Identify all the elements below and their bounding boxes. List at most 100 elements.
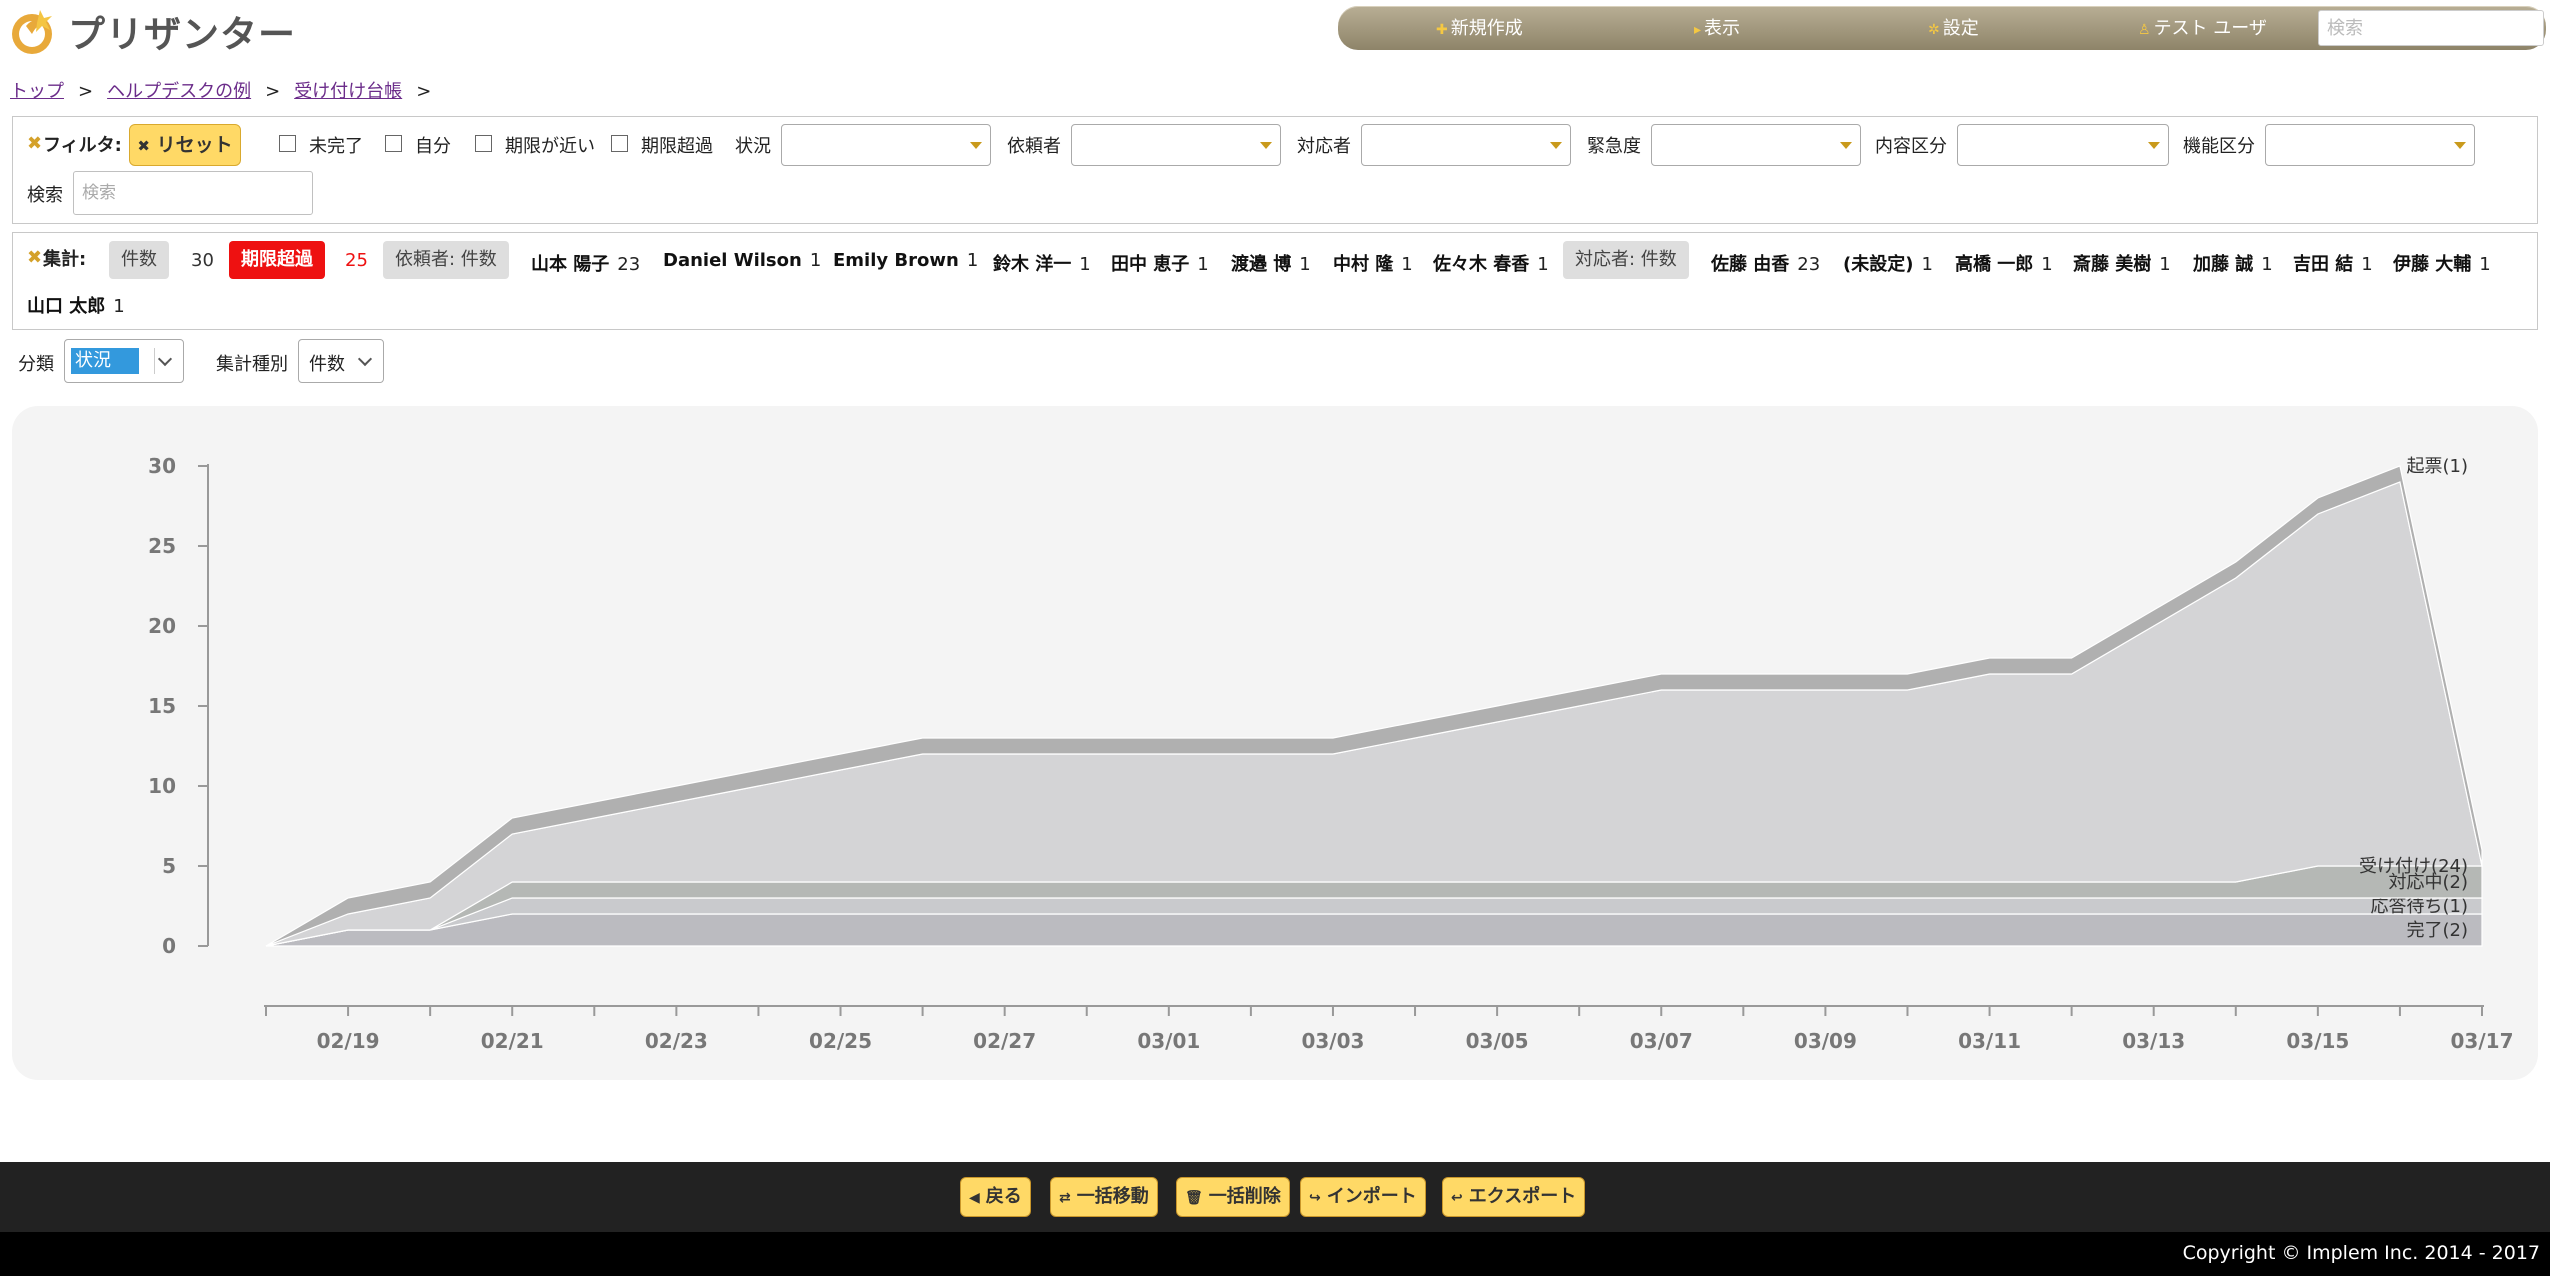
classify-value: 状況 [71,348,139,374]
x-tick-label: 03/07 [1630,1029,1693,1053]
requester-entry: Emily Brown 1 [833,250,979,271]
y-tick-label: 0 [162,934,176,958]
assignee-entry: 佐藤 由香 23 [1711,254,1821,275]
function-category-filter-select[interactable] [2265,124,2475,166]
urgency-filter-select[interactable] [1651,124,1861,166]
assignee-entry: 斎藤 美樹 1 [2073,254,2171,275]
assignee-count-chip: 対応者: 件数 [1563,241,1689,279]
main-menu: ✚ 新規作成 ▸ 表示 ✲ 設定 ♙ テスト ユーザ [1338,6,2546,50]
status-filter-select[interactable] [781,124,991,166]
checkbox-incomplete[interactable] [279,135,296,152]
menu-new[interactable]: ✚ 新規作成 [1436,6,1523,50]
assignee-filter-select[interactable] [1361,124,1571,166]
dropdown-arrow-icon [2454,142,2466,149]
logo-icon [12,10,52,54]
menu-settings-label: 設定 [1942,18,1979,39]
series-label: 起票(1) [2407,456,2469,477]
menu-view[interactable]: ▸ 表示 [1694,6,1740,50]
breadcrumb-reception[interactable]: 受け付け台帳 [294,81,402,102]
back-icon: ◀ [969,1190,980,1206]
y-tick-label: 20 [148,614,176,638]
app-title: プリザンター [68,13,296,56]
menu-search-input[interactable] [2318,10,2544,46]
bulk-delete-button[interactable]: 🗑 一括削除 [1176,1177,1290,1217]
dropdown-arrow-icon [1260,142,1272,149]
y-tick-label: 25 [148,534,176,558]
aggregate-select[interactable]: 件数 [298,339,384,383]
footer-command-bar: ◀ 戻る ⇄ 一括移動 🗑 一括削除 ↪ インポート ↩ エクスポート [0,1162,2550,1232]
filter-title: フィルタ: [43,135,122,156]
export-button[interactable]: ↩ エクスポート [1442,1177,1586,1217]
menu-user-label: テスト ユーザ [2153,18,2267,39]
reset-label: リセット [156,134,233,156]
menu-new-label: 新規作成 [1450,18,1523,39]
checkbox-overdue[interactable] [611,135,628,152]
bulk-delete-label: 一括削除 [1208,1186,1281,1207]
function-category-filter-label: 機能区分 [2183,136,2255,157]
back-button[interactable]: ◀ 戻る [960,1177,1031,1217]
series-label: 応答待ち(1) [2371,896,2469,917]
move-icon: ⇄ [1059,1190,1071,1206]
assignee-entry: 高橋 一郎 1 [1955,254,2053,275]
requester-entry: Daniel Wilson 1 [663,250,822,271]
assignee-filter-label: 対応者 [1297,136,1351,157]
content-category-filter-select[interactable] [1957,124,2169,166]
dropdown-arrow-icon [2148,142,2160,149]
user-icon: ♙ [2138,22,2151,38]
filter-search-input[interactable] [73,171,313,215]
x-tick-label: 02/25 [809,1029,872,1053]
reset-button[interactable]: ✖ リセット [129,124,241,166]
checkbox-near-deadline[interactable] [475,135,492,152]
dropdown-arrow-icon [970,142,982,149]
summary-panel: ✖ 集計: 件数 30 期限超過 25 依頼者: 件数 山本 陽子 23 Dani… [12,232,2538,330]
checkbox-overdue-label: 期限超過 [641,136,713,157]
bulk-move-button[interactable]: ⇄ 一括移動 [1050,1177,1158,1217]
menu-settings[interactable]: ✲ 設定 [1928,6,1979,50]
classify-select[interactable]: 状況 [64,339,184,383]
assignee-entry: 吉田 結1 [2293,254,2373,275]
import-icon: ↪ [1309,1190,1321,1206]
aggregate-value: 件数 [309,354,345,375]
requester-entry: 山本 陽子 23 [531,254,641,275]
breadcrumb-helpdesk[interactable]: ヘルプデスクの例 [107,81,251,102]
import-button[interactable]: ↪ インポート [1300,1177,1426,1217]
count-chip: 件数 [109,241,169,279]
checkbox-self[interactable] [385,135,402,152]
import-label: インポート [1326,1186,1417,1207]
breadcrumb-sep: > [416,81,432,102]
requester-filter-select[interactable] [1071,124,1281,166]
x-tick-label: 03/15 [2286,1029,2349,1053]
menu-user[interactable]: ♙ テスト ユーザ [2138,6,2267,50]
overdue-chip: 期限超過 [229,241,325,279]
filter-toggle-icon[interactable]: ✖ [27,133,42,154]
search-label: 検索 [27,185,63,206]
status-filter-label: 状況 [735,136,771,157]
area-series-0 [265,913,2483,947]
y-tick-label: 15 [148,694,176,718]
back-label: 戻る [985,1186,1022,1207]
app-logo[interactable]: プリザンター [6,4,296,58]
requester-entry: 中村 隆1 [1333,254,1413,275]
requester-filter-label: 依頼者 [1007,136,1061,157]
x-tick-label: 02/19 [317,1029,380,1053]
breadcrumb-sep: > [265,81,281,102]
requester-entry: 佐々木 春香 1 [1433,254,1549,275]
export-label: エクスポート [1468,1186,1577,1207]
summary-title: 集計: [43,249,87,270]
classify-label: 分類 [18,354,54,375]
x-tick-label: 03/17 [2451,1029,2514,1053]
breadcrumb-top[interactable]: トップ [10,81,64,102]
summary-toggle-icon[interactable]: ✖ [27,247,42,268]
assignee-entry: (未設定) 1 [1843,254,1933,275]
requester-entry: 田中 恵子 1 [1111,254,1209,275]
area-series-3 [265,481,2483,947]
x-tick-label: 02/27 [973,1029,1036,1053]
x-icon: ✖ [137,137,150,155]
urgency-filter-label: 緊急度 [1587,136,1641,157]
trash-icon: 🗑 [1185,1190,1203,1206]
chevron-down-icon [154,348,177,374]
requester-entry: 渡邉 博1 [1231,254,1311,275]
checkbox-near-deadline-label: 期限が近い [505,136,595,157]
series-label: 受け付け(24) [2359,856,2468,877]
chevron-down-icon [355,348,377,374]
